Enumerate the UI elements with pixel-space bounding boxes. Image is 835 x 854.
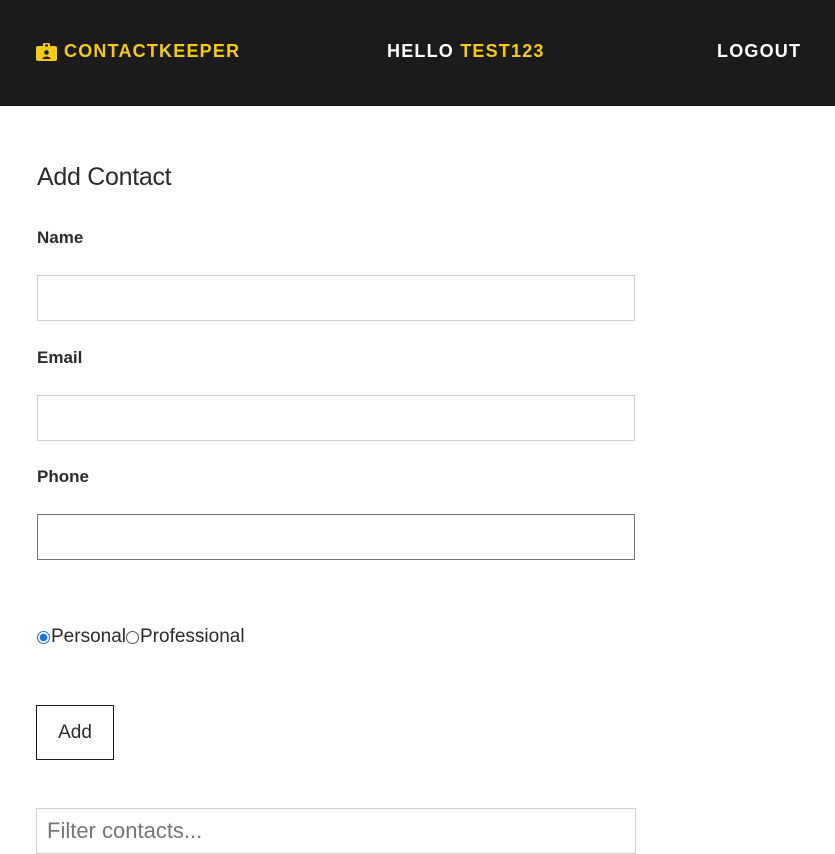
id-badge-icon	[36, 42, 57, 61]
username: TEST123	[460, 41, 545, 61]
brand-name: CONTACTKEEPER	[64, 41, 241, 61]
greeting-prefix: HELLO	[387, 41, 454, 61]
professional-radio[interactable]	[126, 630, 139, 644]
phone-label: Phone	[37, 467, 89, 486]
name-label: Name	[37, 228, 84, 247]
personal-label: Personal	[51, 626, 126, 647]
form-title: Add Contact	[37, 163, 172, 191]
professional-label: Professional	[140, 626, 245, 647]
name-input[interactable]	[37, 275, 635, 321]
email-label: Email	[37, 348, 83, 367]
brand-link[interactable]: CONTACTKEEPER	[36, 41, 240, 62]
phone-input[interactable]	[37, 514, 635, 560]
logout-link[interactable]: LOGOUT	[717, 41, 801, 62]
add-contact-button[interactable]: Add	[36, 705, 114, 760]
greeting: HELLO TEST123	[387, 41, 545, 62]
personal-radio[interactable]	[37, 630, 50, 644]
email-input[interactable]	[37, 395, 635, 441]
navbar: CONTACTKEEPER HELLO TEST123 LOGOUT	[0, 0, 835, 106]
filter-contacts-input[interactable]	[36, 808, 636, 854]
contact-type-group: Personal Professional	[37, 626, 245, 648]
